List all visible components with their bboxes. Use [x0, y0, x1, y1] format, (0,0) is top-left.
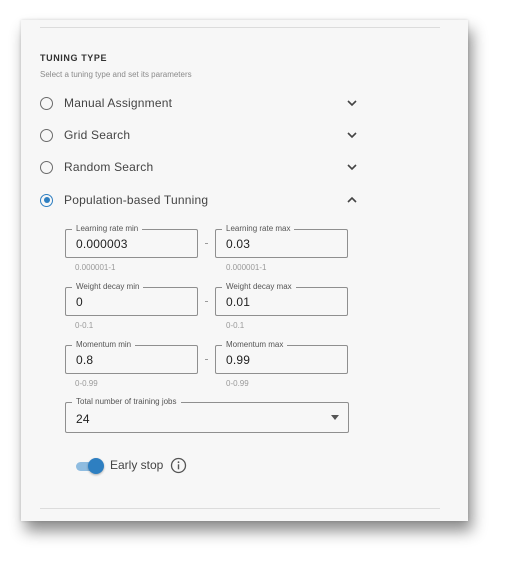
radio-manual-assignment[interactable]: [40, 96, 53, 110]
learning-rate-min-field[interactable]: Learning rate min 0.000003: [65, 224, 198, 258]
info-icon[interactable]: [170, 457, 187, 474]
bottom-divider: [40, 508, 440, 509]
field-label: Learning rate max: [222, 224, 295, 234]
select-value: 24: [76, 412, 90, 426]
range-dash: [205, 243, 208, 244]
field-label: Weight decay min: [72, 282, 144, 292]
field-label: Total number of training jobs: [72, 397, 181, 407]
field-hint: 0-0.99: [226, 379, 249, 388]
field-value[interactable]: 0.000003: [76, 237, 128, 251]
momentum-max-field[interactable]: Momentum max 0.99: [215, 340, 348, 374]
learning-rate-max-field[interactable]: Learning rate max 0.03: [215, 224, 348, 258]
option-label: Random Search: [64, 160, 154, 174]
field-value[interactable]: 0.99: [226, 353, 250, 367]
field-label: Weight decay max: [222, 282, 296, 292]
chevron-down-icon[interactable]: [346, 129, 358, 141]
field-hint: 0-0.99: [75, 379, 98, 388]
section-subtitle: Select a tuning type and set its paramet…: [40, 70, 192, 79]
chevron-up-icon[interactable]: [346, 194, 358, 206]
caret-down-icon[interactable]: [331, 415, 339, 420]
option-grid-search[interactable]: Grid Search: [40, 125, 357, 145]
range-dash: [205, 301, 208, 302]
field-hint: 0-0.1: [226, 321, 245, 330]
momentum-min-field[interactable]: Momentum min 0.8: [65, 340, 198, 374]
field-hint: 0.000001-1: [75, 263, 116, 272]
toggle-knob[interactable]: [88, 458, 104, 474]
weight-decay-min-field[interactable]: Weight decay min 0: [65, 282, 198, 316]
option-manual-assignment[interactable]: Manual Assignment: [40, 93, 357, 113]
radio-population-based[interactable]: [40, 193, 53, 207]
early-stop-label: Early stop: [110, 458, 164, 472]
chevron-down-icon[interactable]: [346, 97, 358, 109]
option-random-search[interactable]: Random Search: [40, 157, 357, 177]
chevron-down-icon[interactable]: [346, 161, 358, 173]
field-label: Momentum max: [222, 340, 288, 350]
field-value[interactable]: 0: [76, 295, 83, 309]
weight-decay-max-field[interactable]: Weight decay max 0.01: [215, 282, 348, 316]
section-title: TUNING TYPE: [40, 53, 108, 63]
field-value[interactable]: 0.8: [76, 353, 93, 367]
range-dash: [205, 359, 208, 360]
option-population-based[interactable]: Population-based Tunning: [40, 190, 357, 210]
tuning-panel: TUNING TYPE Select a tuning type and set…: [21, 20, 468, 521]
option-label: Grid Search: [64, 128, 131, 142]
radio-grid-search[interactable]: [40, 128, 53, 142]
field-hint: 0.000001-1: [226, 263, 267, 272]
field-value[interactable]: 0.01: [226, 295, 250, 309]
field-hint: 0-0.1: [75, 321, 94, 330]
option-label: Manual Assignment: [64, 96, 173, 110]
option-label: Population-based Tunning: [64, 193, 209, 207]
field-label: Momentum min: [72, 340, 136, 350]
training-jobs-select[interactable]: Total number of training jobs 24: [65, 397, 349, 433]
radio-random-search[interactable]: [40, 160, 53, 174]
field-label: Learning rate min: [72, 224, 143, 234]
early-stop-toggle[interactable]: [74, 458, 104, 474]
field-value[interactable]: 0.03: [226, 237, 250, 251]
top-divider: [40, 27, 440, 28]
